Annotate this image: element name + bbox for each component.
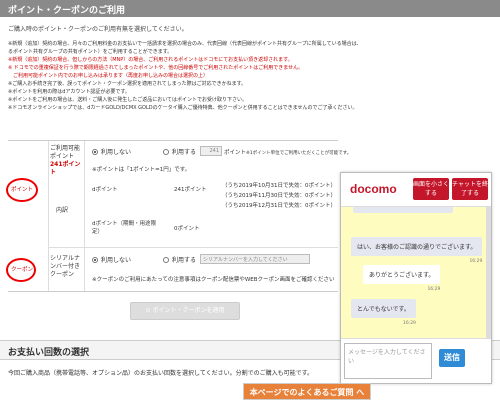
radio-label: 利用しない <box>101 257 132 264</box>
coupon-note: ※クーポンのご利用にあたっての注意事項はクーポン配信票やWEBクーポン画面をご確… <box>92 277 335 283</box>
chat-message-input[interactable]: メッセージを入力してください <box>344 343 432 379</box>
radio-label: 利用しない <box>101 149 132 156</box>
intro-text: ご購入時のポイント・クーポンのご利用有無を選択してください。 <box>8 26 188 33</box>
chat-footer: メッセージを入力してください 送信 <box>341 338 491 383</box>
end-chat-button[interactable]: チャットを終了する <box>452 178 488 200</box>
limited-dpoint-value: 0ポイント <box>174 226 200 232</box>
minimize-chat-button[interactable]: 画面を小さくする <box>413 178 449 200</box>
note-line: ※ポイントをご利用の場合は、送料・ご購入後に発生したご返品においてはポイントでお… <box>8 97 247 103</box>
message-time: 16:29 <box>402 321 416 326</box>
point-coupon-table: ご利用可能ポイント 241ポイント 利用しない 利用する 241 ポイント※1ポ… <box>8 140 351 292</box>
points-radio-no[interactable]: 利用しない <box>92 147 131 156</box>
faq-button[interactable]: 本ページでのよくあるご質問 へ <box>243 383 371 400</box>
radio-unselected[interactable] <box>163 256 169 263</box>
radio-selected[interactable] <box>92 256 98 263</box>
annotation-label: ポイント <box>11 187 34 193</box>
points-unit: ポイント <box>224 150 247 156</box>
note-line: ※ご購入お手続き完了後、誤ってポイント・クーポン選択を適用されてしまった際はご対… <box>8 81 247 87</box>
points-rate-note: ※ポイントは「1ポイント=1円」です。 <box>92 167 191 173</box>
available-points-value: 241ポイント <box>50 161 81 176</box>
coupon-radio-no[interactable]: 利用しない <box>92 255 131 264</box>
serial-number-input[interactable]: シリアルナンバーを入力してください <box>200 254 310 264</box>
chat-message: はい、お客様のご認識の通りでございます。 16:29 <box>351 237 483 264</box>
radio-selected[interactable] <box>92 148 98 155</box>
chat-scrollbar[interactable] <box>486 207 491 338</box>
divider <box>84 141 85 291</box>
points-input[interactable]: 241 <box>200 146 222 156</box>
note-line: ※ポイントを利用の際はdアカウント認証が必要です。 <box>8 89 130 95</box>
faq-button-label: 本ページでのよくあるご質問 へ <box>249 388 365 397</box>
expiry-line: （うち2019年10月31日で失効：0ポイント） <box>222 183 336 189</box>
annotation-circle-coupon: クーポン <box>6 258 36 282</box>
coupon-radio-yes[interactable]: 利用する <box>163 255 196 264</box>
chat-message-cutoff <box>353 207 453 213</box>
docomo-logo: docomo <box>350 182 397 196</box>
label-text: ご利用可能ポイント <box>50 145 81 160</box>
message-text: とんでもないです。 <box>357 306 410 313</box>
message-text: ありがとうございます。 <box>369 272 435 279</box>
chat-window: docomo 画面を小さくする チャットを終了する はい、お客様のご認識の通りで… <box>340 172 492 384</box>
send-button[interactable]: 送信 <box>439 349 465 367</box>
note-line: ※ドコモオンラインショップでは、dカードGOLD/DCMX GOLDのケータイ購… <box>8 105 358 111</box>
chat-messages: はい、お客様のご認識の通りでございます。 16:29 ありがとうございます。 1… <box>341 207 491 338</box>
notes-list: ※新規（追加）契約の場合、月々のご利用料金のお支払いで一括請求を選択の場合のみ、… <box>8 40 358 112</box>
expiry-line: （うち2019年11月30日で失効：0ポイント） <box>222 193 336 199</box>
note-line: ※新規（追加）契約の場合、但しからの方法（MNP）の場合、ご利用されるポイントは… <box>8 57 293 63</box>
message-time: 16:29 <box>469 259 483 264</box>
dpoint-value: 241ポイント <box>174 187 207 193</box>
note-line: るポイント共有グループの共有ポイント）をご利用することができます。 <box>8 49 173 55</box>
coupon-label: シリアルナンバー付きクーポン <box>50 255 81 278</box>
message-time: 16:29 <box>427 287 441 292</box>
note-line: ※ ドコモでの重複保証を行う際で期限経過されてしまったポイントや、他の回線番号で… <box>8 65 304 71</box>
limited-dpoint-name: dポイント（期間・用途限定） <box>92 221 156 235</box>
breakdown-label: 内訳 <box>56 207 69 214</box>
radio-unselected[interactable] <box>163 148 169 155</box>
chat-message: ありがとうございます。 16:29 <box>363 265 441 292</box>
section-header: ポイント・クーポンのご利用 <box>0 0 500 17</box>
chat-header: docomo 画面を小さくする チャットを終了する <box>341 173 491 207</box>
annotation-circle-point: ポイント <box>6 178 38 202</box>
apply-button[interactable]: ⊙ ポイント・クーポンを適用 <box>130 302 240 320</box>
chat-message: とんでもないです。 16:29 <box>351 299 416 326</box>
note-line: ご利用可能ポイント内でのお申し込みは承ります（再度お申し込みの場合は選択の上） <box>8 73 209 79</box>
dpoint-name: dポイント <box>92 187 118 193</box>
note-line: ※新規（追加）契約の場合、月々のご利用料金のお支払いで一括請求を選択の場合のみ、… <box>8 41 358 47</box>
points-hint-text: ※1ポイント単位でご利用いただくことが可能です。 <box>246 151 352 156</box>
annotation-label: クーポン <box>11 267 34 273</box>
page: ポイント・クーポンのご利用 ご購入時のポイント・クーポンのご利用有無を選択してく… <box>0 0 500 400</box>
divider <box>48 141 49 291</box>
expiry-line: （うち2019年12月31日で失効：0ポイント） <box>222 203 336 209</box>
available-points-label: ご利用可能ポイント 241ポイント <box>50 145 84 177</box>
divider <box>48 247 338 248</box>
apply-button-label: ポイント・クーポンを適用 <box>152 307 225 314</box>
radio-label: 利用する <box>172 257 197 264</box>
message-text: はい、お客様のご認識の通りでございます。 <box>357 244 477 251</box>
points-hint: ポイント※1ポイント単位でご利用いただくことが可能です。 <box>224 148 351 156</box>
radio-label: 利用する <box>172 149 197 156</box>
points-radio-yes[interactable]: 利用する <box>163 147 196 156</box>
payment-section-text: 今回ご購入商品（携帯電話等、オプション品）のお支払い回数を選択してください。分割… <box>8 370 314 377</box>
